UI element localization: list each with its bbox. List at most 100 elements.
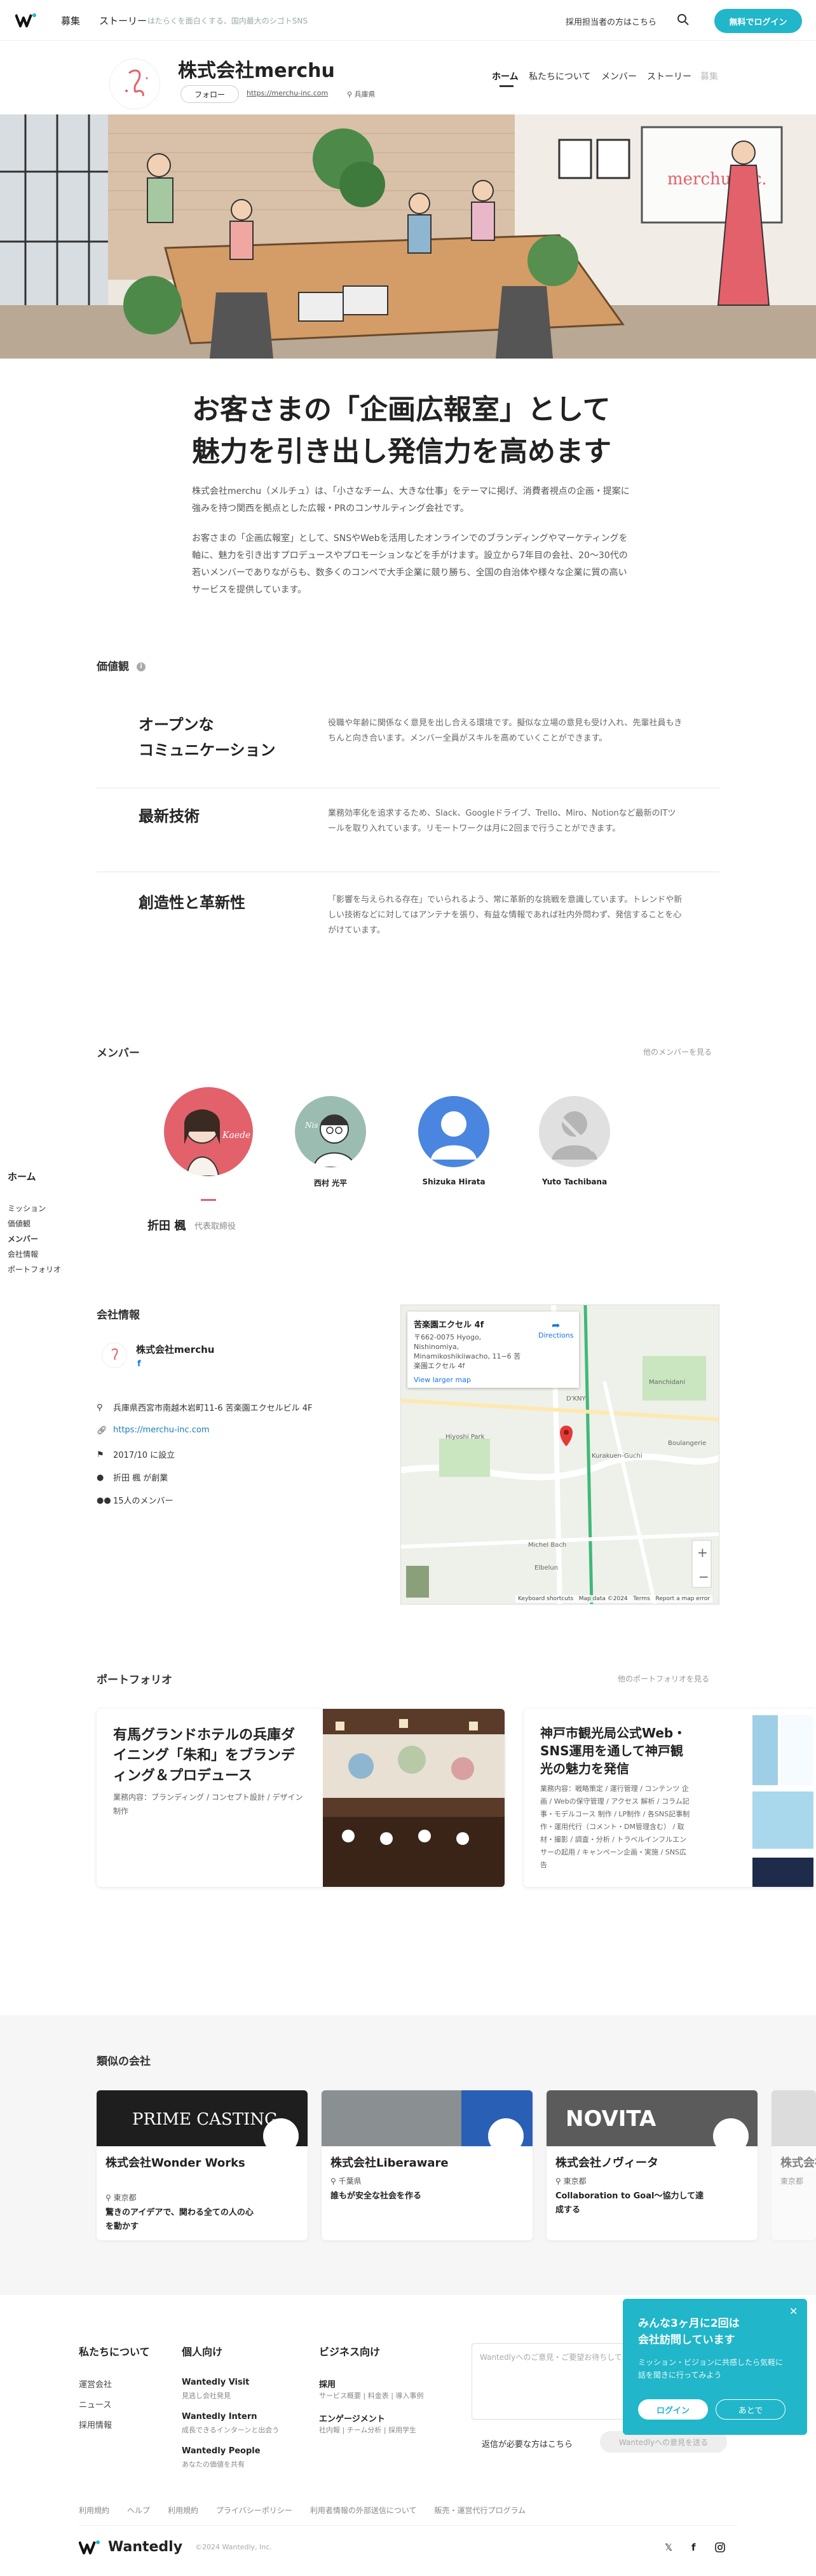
similar-company-location: 東京都 <box>780 2177 804 2186</box>
footer-link[interactable]: Wantedly Visit <box>182 2378 249 2387</box>
free-login-button[interactable]: 無料でログイン <box>714 9 802 33</box>
similar-company-card[interactable]: NOVITA 株式会社ノヴィータ ⚲ 東京都 Collaboration to … <box>547 2090 758 2240</box>
footer-link[interactable]: 採用 <box>319 2378 336 2390</box>
member-name: Yuto Tachibana <box>541 1177 608 1186</box>
merchu-logo-icon <box>111 1348 118 1360</box>
portfolio-card[interactable]: 有馬グランドホテルの兵庫ダイニング「朱和」をブランディング＆プロデュース 業務内… <box>97 1709 505 1887</box>
portfolio-card[interactable]: 神戸市観光局公式Web・SNS運用を通して神戸観光の魅力を発信 業務内容：戦略策… <box>524 1709 816 1887</box>
popup-later-button[interactable]: あとで <box>716 2399 785 2420</box>
see-all-members-link[interactable]: 他のメンバーを見る <box>643 1046 712 1057</box>
popup-title-line: みんな3ヶ月に2回は <box>638 2317 740 2330</box>
nav-stories-link[interactable]: ストーリー <box>99 14 147 27</box>
footer-link[interactable]: エンゲージメント <box>319 2412 385 2424</box>
banner-text: NOVITA <box>566 2106 656 2132</box>
location-pin-icon: ⚲ <box>97 1402 103 1413</box>
footer-sublink[interactable]: 社内報 | チーム分析 | 採用学生 <box>319 2425 416 2435</box>
people-icon: ●● <box>97 1495 111 1505</box>
member-avatar[interactable]: Kaede <box>164 1087 253 1176</box>
footer-link[interactable]: Wantedly People <box>182 2446 261 2456</box>
google-map[interactable]: Hiyoshi Park Kurakuen-Guchi Manchidani M… <box>400 1305 719 1605</box>
side-nav-item[interactable]: ミッション <box>8 1203 46 1214</box>
footer-link[interactable]: 運営会社 <box>79 2378 112 2390</box>
popup-title-line: 会社訪問しています <box>638 2334 735 2346</box>
company-founded: ⚑ 2017/10 に設立 <box>97 1448 175 1461</box>
x-twitter-icon[interactable]: 𝕏 <box>665 2542 672 2553</box>
facebook-icon[interactable]: f <box>691 2542 696 2553</box>
value-desc: 役職や年齢に関係なく意見を出し合える環境です。擬似な立場の意見も受け入れ、先輩社… <box>328 718 683 743</box>
info-icon[interactable]: i <box>136 662 146 671</box>
footer-bottom-link[interactable]: 利用規約 <box>168 2505 198 2516</box>
svg-text:+: + <box>697 1545 708 1560</box>
mission-title-line2: 魅力を引き出し発信力を高めます <box>192 435 611 468</box>
tab-about[interactable]: 私たちについて <box>529 70 591 83</box>
company-website-text[interactable]: https://merchu-inc.com <box>113 1425 210 1435</box>
footer-business-heading: ビジネス向け <box>319 2346 381 2358</box>
member-avatar[interactable] <box>418 1096 489 1167</box>
value-desc: 「影響を与えられる存在」でいられるよう、常に革新的な挑戦を意識しています。トレン… <box>328 895 683 935</box>
map-attr[interactable]: Terms <box>633 1596 650 1602</box>
follow-button[interactable]: フォロー <box>180 85 239 103</box>
footer-link[interactable]: ニュース <box>79 2398 111 2410</box>
footer-link[interactable]: Wantedly Intern <box>182 2412 257 2422</box>
portfolio-title: 有馬グランドホテルの兵庫ダイニング「朱和」をブランディング＆プロデュース <box>113 1727 296 1784</box>
map-label: Boulangerie <box>668 1440 706 1447</box>
instagram-icon[interactable] <box>714 2542 726 2553</box>
directions-button[interactable]: ➦ Directions <box>538 1319 573 1339</box>
similar-company-banner <box>772 2090 816 2146</box>
company-address: ⚲ 兵庫県西宮市南越木岩町11-6 苦楽園エクセルビル 4F <box>97 1401 313 1414</box>
footer-bottom-link[interactable]: 利用規約 <box>79 2505 109 2516</box>
view-larger-map-link[interactable]: View larger map <box>414 1376 573 1384</box>
similar-company-card[interactable]: PRIME CASTING 株式会社Wonder Works ⚲ 東京都 驚きの… <box>97 2090 308 2240</box>
member-name: 西村 光平 <box>313 1179 348 1188</box>
company-url-link[interactable]: https://merchu-inc.com <box>247 89 328 97</box>
facebook-icon[interactable]: f <box>137 1359 146 1369</box>
selected-member-role: 代表取締役 <box>194 1222 236 1231</box>
tab-home[interactable]: ホーム <box>492 70 519 83</box>
footer-bottom-link[interactable]: プライバシーポリシー <box>216 2505 292 2516</box>
similar-company-location: ⚲ 千葉県 <box>330 2175 362 2186</box>
wantedly-logo-icon[interactable] <box>15 13 37 28</box>
member-avatar[interactable] <box>539 1096 610 1167</box>
map-place-address: 〒662-0075 Hyogo, Nishinomiya, Minamikosh… <box>414 1333 521 1370</box>
map-label: D'KNY <box>566 1395 586 1402</box>
company-info-label: 会社情報 <box>97 1309 140 1322</box>
close-icon[interactable]: ✕ <box>789 2305 798 2317</box>
footer-bottom-link[interactable]: 販売・運営代行プログラム <box>434 2505 526 2516</box>
side-nav-item[interactable]: 会社情報 <box>8 1249 38 1259</box>
value-item: 創造性と革新性 「影響を与えられる存在」でいられるよう、常に革新的な挑戦を意識し… <box>97 872 719 968</box>
member-avatar[interactable]: Nis <box>295 1096 366 1167</box>
wantedly-logo-icon[interactable] <box>79 2540 100 2555</box>
similar-company-card[interactable]: 株式会社 東京都 <box>772 2090 816 2240</box>
tab-stories[interactable]: ストーリー <box>647 70 691 83</box>
member-name: Shizuka Hirata <box>422 1177 486 1186</box>
nav-jobs-link[interactable]: 募集 <box>61 14 80 27</box>
recruiter-link[interactable]: 採用担当者の方はこちら <box>566 15 656 27</box>
popup-login-button[interactable]: ログイン <box>638 2399 708 2420</box>
search-icon[interactable] <box>676 13 690 27</box>
value-title-line: オープンな <box>139 716 214 734</box>
map-attr[interactable]: Report a map error <box>655 1596 710 1602</box>
side-nav-item[interactable]: 価値観 <box>8 1218 31 1229</box>
footer-sublink[interactable]: サービス概要 | 料金表 | 導入事例 <box>319 2390 423 2401</box>
footer-bottom-link[interactable]: 利用者情報の外部送信について <box>310 2505 417 2516</box>
active-tab-indicator <box>500 85 513 87</box>
footer-link[interactable]: 採用情報 <box>79 2418 112 2430</box>
map-attr[interactable]: Keyboard shortcuts <box>518 1596 573 1602</box>
tab-jobs[interactable]: 募集 <box>700 70 718 83</box>
svg-text:−: − <box>698 1569 709 1584</box>
company-founded-text: 2017/10 に設立 <box>113 1451 175 1460</box>
similar-company-card[interactable]: 株式会社Liberaware ⚲ 千葉県 誰もが安全な社会を作る <box>322 2090 533 2240</box>
footer-sublink: あなたの価値を共有 <box>182 2460 245 2469</box>
company-website[interactable]: 🔗︎ https://merchu-inc.com <box>97 1425 210 1435</box>
member-portrait-icon: Nis <box>304 1114 356 1167</box>
tab-members[interactable]: メンバー <box>601 70 637 83</box>
footer-bottom-link[interactable]: ヘルプ <box>127 2505 150 2516</box>
company-founder: ● 折田 楓 が創業 <box>97 1471 168 1484</box>
flag-icon: ⚑ <box>97 1449 104 1460</box>
copyright: ©2024 Wantedly, Inc. <box>195 2543 272 2551</box>
see-all-portfolio-link[interactable]: 他のポートフォリオを見る <box>618 1673 709 1684</box>
side-nav-title[interactable]: ホーム <box>8 1170 36 1183</box>
side-nav-item[interactable]: ポートフォリオ <box>8 1264 61 1275</box>
feedback-reply-link[interactable]: 返信が必要な方はこちら <box>482 2437 573 2449</box>
side-nav-item[interactable]: メンバー <box>8 1233 38 1244</box>
